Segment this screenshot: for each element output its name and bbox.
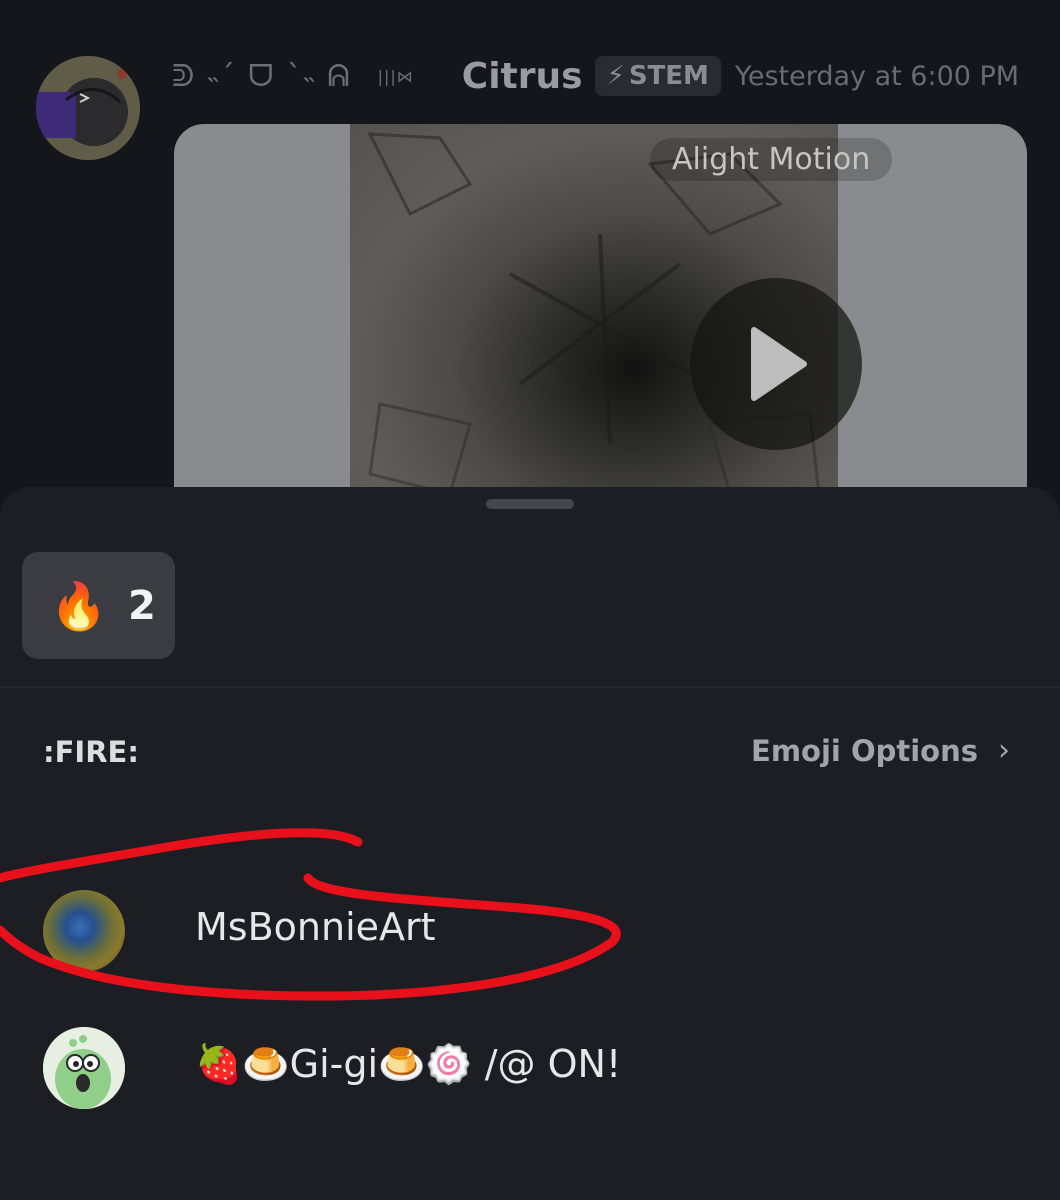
emoji-options-button[interactable]: Emoji Options › [751, 733, 1010, 768]
message-timestamp: Yesterday at 6:00 PM [734, 60, 1020, 92]
video-thumbnail: Alight Motion [350, 124, 893, 520]
chevron-right-icon: › [998, 733, 1010, 768]
sheet-divider [0, 686, 1060, 688]
reaction-chip-fire[interactable]: 🔥 2 [22, 552, 175, 659]
reactor-row[interactable]: MsBonnieArt [0, 881, 1060, 981]
reactor-row[interactable]: 🍓🍮Gi-gi🍮🍥 /@ ON! [0, 1018, 1060, 1118]
message-item: ᕲ ˵´ ᗜ `˵ ᕱ |||⋈ Citrus ⚡ STEM Yesterday… [0, 0, 1060, 520]
reactor-name: 🍓🍮Gi-gi🍮🍥 /@ ON! [195, 1042, 622, 1086]
author-avatar[interactable] [36, 56, 140, 160]
reactor-name: MsBonnieArt [195, 905, 436, 949]
video-watermark: Alight Motion [650, 138, 893, 181]
server-tag-label: STEM [628, 61, 709, 91]
decorative-display-name: ᕲ ˵´ ᗜ `˵ ᕱ [172, 58, 352, 94]
decorative-name-tail: |||⋈ [377, 66, 414, 86]
play-icon[interactable] [690, 278, 862, 450]
avatar [43, 1027, 125, 1109]
avatar [43, 890, 125, 972]
emoji-name-label: :FIRE: [43, 735, 139, 769]
lightning-icon: ⚡ [606, 61, 625, 91]
emoji-options-label: Emoji Options [751, 733, 978, 768]
video-attachment[interactable]: Alight Motion [174, 124, 1027, 520]
author-username[interactable]: Citrus [462, 56, 583, 97]
message-header: ᕲ ˵´ ᗜ `˵ ᕱ |||⋈ Citrus ⚡ STEM Yesterday… [172, 50, 1019, 102]
sheet-drag-handle[interactable] [486, 499, 574, 509]
server-tag[interactable]: ⚡ STEM [594, 56, 721, 96]
fire-icon: 🔥 [50, 579, 108, 633]
reactions-sheet: 🔥 2 :FIRE: Emoji Options › MsBonnieArt 🍓… [0, 487, 1060, 1200]
reaction-count: 2 [128, 583, 156, 629]
